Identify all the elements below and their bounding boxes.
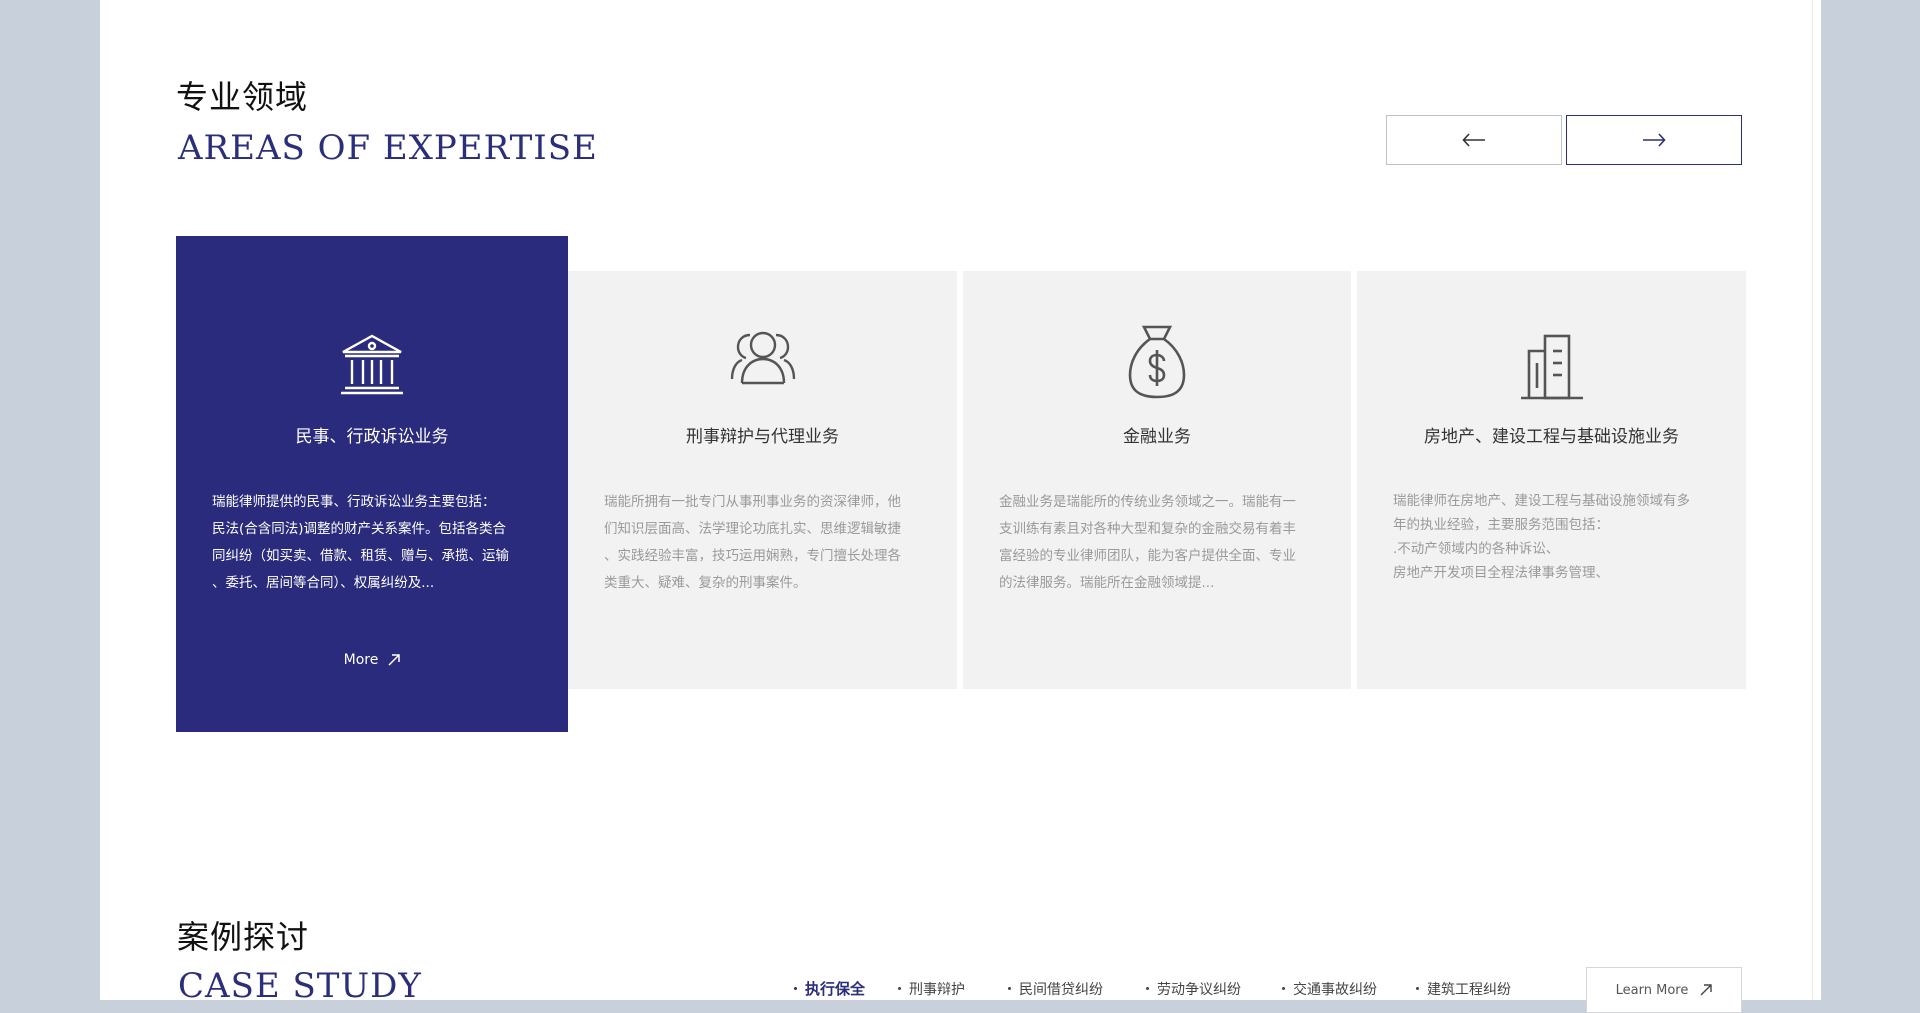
bullet-dot [1282,987,1285,990]
expertise-card-civil[interactable]: 民事、行政诉讼业务 瑞能律师提供的民事、行政诉讼业务主要包括： 民法(合含同法)… [176,236,568,732]
tab-criminal-defense[interactable]: 刑事辩护 [898,978,1008,999]
tab-execution-preservation[interactable]: 执行保全 [794,978,898,999]
bullet-dot [1416,987,1419,990]
desc-line: 瑞能律师提供的民事、行政诉讼业务主要包括： [212,494,496,510]
tab-label: 刑事辩护 [909,981,965,998]
tab-construction-dispute[interactable]: 建筑工程纠纷 [1416,978,1526,999]
desc-line: 同纠纷（如买卖、借款、租赁、赠与、承揽、运输 [212,548,509,564]
arrow-up-right-icon [388,654,401,666]
page-container: 专业领域 AREAS OF EXPERTISE 民事、行政诉讼业务 瑞能律师提供… [100,0,1820,1013]
tab-label: 建筑工程纠纷 [1427,981,1511,998]
prev-button[interactable] [1386,115,1562,165]
expertise-cards: 民事、行政诉讼业务 瑞能律师提供的民事、行政诉讼业务主要包括： 民法(合含同法)… [176,236,1746,732]
desc-line: 年的执业经验，主要服务范围包括： [1393,517,1609,533]
card-title: 刑事辩护与代理业务 [686,427,839,447]
tab-label: 执行保全 [805,980,866,998]
card-description: 瑞能律师提供的民事、行政诉讼业务主要包括： 民法(合含同法)调整的财产关系案件。… [212,489,532,597]
desc-line: 、实践经验丰富，技巧运用娴熟，专门擅长处理各 [604,548,901,564]
card-description: 瑞能律师在房地产、建设工程与基础设施领域有多 年的执业经验，主要服务范围包括： … [1393,489,1710,585]
bullet-dot [1146,987,1149,990]
expertise-title-en: AREAS OF EXPERTISE [178,128,598,168]
desc-line: .不动产领域内的各种诉讼、 [1393,541,1560,557]
arrow-up-right-icon [1700,984,1713,996]
expertise-card-finance[interactable]: 金融业务 金融业务是瑞能所的传统业务领域之一。瑞能有一 支训练有素且对各种大型和… [963,271,1351,689]
desc-line: 瑞能所拥有一批专门从事刑事业务的资深律师，他 [604,494,901,510]
case-study-title-cn: 案例探讨 [177,918,310,956]
tab-labor-dispute[interactable]: 劳动争议纠纷 [1146,978,1282,999]
desc-line: 富经验的专业律师团队，能为客户提供全面、专业 [999,548,1296,564]
expertise-title-cn: 专业领域 [176,78,309,116]
expertise-card-real-estate[interactable]: 房地产、建设工程与基础设施业务 瑞能律师在房地产、建设工程与基础设施领域有多 年… [1357,271,1746,689]
tab-traffic-accident[interactable]: 交通事故纠纷 [1282,978,1416,999]
card-description: 瑞能所拥有一批专门从事刑事业务的资深律师，他 们知识层面高、法学理论功底扎实、思… [604,489,921,597]
card-title: 房地产、建设工程与基础设施业务 [1424,427,1679,447]
bullet-dot [1008,987,1011,990]
tab-private-lending[interactable]: 民间借贷纠纷 [1008,978,1146,999]
desc-line: 瑞能律师在房地产、建设工程与基础设施领域有多 [1393,493,1690,509]
desc-line: 类重大、疑难、复杂的刑事案件。 [604,575,807,591]
desc-line: 房地产开发项目全程法律事务管理、 [1393,565,1609,581]
tab-label: 民间借贷纠纷 [1019,981,1103,998]
users-icon [568,329,957,385]
page-right-edge [1812,0,1821,1000]
learn-more-label: Learn More [1615,982,1689,998]
desc-line: 、委托、居间等合同）、权属纠纷及... [212,575,435,591]
buildings-icon [1357,333,1746,401]
bullet-dot [898,987,901,990]
card-title: 民事、行政诉讼业务 [295,427,449,447]
desc-line: 民法(合含同法)调整的财产关系案件。包括各类合 [212,521,507,537]
desc-line: 金融业务是瑞能所的传统业务领域之一。瑞能有一 [999,494,1296,510]
case-study-title-en: CASE STUDY [178,966,422,1006]
more-link[interactable]: More [176,652,568,668]
tab-label: 劳动争议纠纷 [1157,981,1241,998]
card-title: 金融业务 [1123,427,1191,447]
desc-line: 支训练有素且对各种大型和复杂的金融交易有着丰 [999,521,1296,537]
more-label: More [343,652,379,668]
expertise-card-criminal[interactable]: 刑事辩护与代理业务 瑞能所拥有一批专门从事刑事业务的资深律师，他 们知识层面高、… [568,271,957,689]
desc-line: 的法律服务。瑞能所在金融领域提... [999,575,1215,591]
tab-label: 交通事故纠纷 [1293,981,1377,998]
case-study-tabs: 执行保全 刑事辩护 民间借贷纠纷 劳动争议纠纷 交通事故纠纷 建筑工程纠纷 [794,978,1526,999]
desc-line: 们知识层面高、法学理论功底扎实、思维逻辑敏捷 [604,521,901,537]
courthouse-icon [176,332,568,396]
next-button[interactable] [1566,115,1742,165]
card-description: 金融业务是瑞能所的传统业务领域之一。瑞能有一 支训练有素且对各种大型和复杂的金融… [999,489,1315,597]
learn-more-button[interactable]: Learn More [1586,967,1742,1013]
bullet-dot [794,987,797,990]
arrow-right-icon [1643,133,1666,147]
arrow-left-icon [1462,133,1485,147]
money-bag-icon [963,323,1351,399]
